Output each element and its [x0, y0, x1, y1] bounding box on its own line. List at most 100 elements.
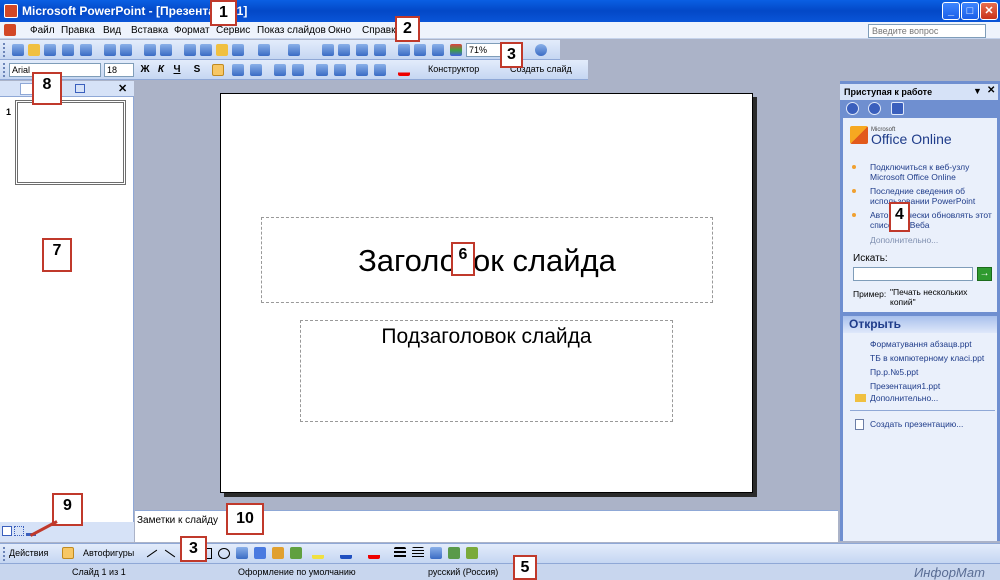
menu-slideshow[interactable]: Показ слайдов [257, 25, 326, 36]
save-icon[interactable] [44, 44, 56, 56]
design-button[interactable]: Конструктор [428, 64, 479, 74]
align-right-icon[interactable] [250, 64, 262, 76]
recent-file[interactable]: Презентация1.ppt [870, 381, 940, 391]
wordart-icon[interactable] [254, 547, 266, 559]
increase-indent-icon[interactable] [374, 64, 386, 76]
task-pane-dropdown-icon[interactable]: ▼ [973, 86, 982, 96]
menu-format[interactable]: Формат [174, 25, 210, 36]
task-pane-close-icon[interactable]: ✕ [987, 85, 995, 96]
font-size-select[interactable]: 18 [104, 63, 134, 77]
open-icon[interactable] [28, 44, 40, 56]
table-icon[interactable] [338, 44, 350, 56]
link-office-online[interactable]: Подключиться к веб-узлу Microsoft Office… [870, 162, 998, 182]
bullets-icon[interactable] [292, 64, 304, 76]
redo-icon[interactable] [288, 44, 300, 56]
back-icon[interactable] [846, 102, 859, 115]
fill-color-icon[interactable] [312, 547, 324, 559]
toolbar-grip[interactable] [3, 63, 6, 77]
home-icon[interactable] [891, 102, 904, 115]
minimize-button[interactable]: _ [942, 2, 960, 20]
recent-file[interactable]: Форматування абзацв.ppt [870, 339, 972, 349]
menu-tools[interactable]: Сервис [216, 25, 250, 36]
slide-subtitle-placeholder[interactable]: Подзаголовок слайда [300, 320, 673, 422]
zoom-select[interactable]: 71% [466, 43, 502, 57]
slide-sorter-icon[interactable] [14, 526, 24, 536]
link-more[interactable]: Дополнительно... [870, 235, 938, 245]
select-pointer-icon[interactable] [62, 547, 74, 559]
bold-button[interactable]: Ж [138, 63, 152, 77]
hyperlink-icon[interactable] [374, 44, 386, 56]
3d-style-icon[interactable] [466, 547, 478, 559]
undo-icon[interactable] [258, 44, 270, 56]
dash-style-icon[interactable] [412, 547, 424, 559]
slide-thumbnail[interactable] [15, 100, 126, 185]
cut-icon[interactable] [184, 44, 196, 56]
paste-icon[interactable] [216, 44, 228, 56]
document-icon[interactable] [4, 24, 16, 36]
research-icon[interactable] [160, 44, 172, 56]
align-center-icon[interactable] [232, 64, 244, 76]
help-icon[interactable] [535, 44, 547, 56]
oval-icon[interactable] [218, 548, 230, 559]
decrease-font-icon[interactable] [334, 64, 346, 76]
search-input[interactable] [853, 267, 973, 281]
line-color-icon[interactable] [340, 547, 352, 559]
arrow-style-icon[interactable] [430, 547, 442, 559]
menu-file[interactable]: Файл [30, 25, 55, 36]
copy-icon[interactable] [200, 44, 212, 56]
format-painter-icon[interactable] [232, 44, 244, 56]
create-presentation-link[interactable]: Создать презентацию... [870, 419, 963, 429]
line-style-icon[interactable] [394, 547, 406, 559]
toolbar-grip[interactable] [3, 547, 6, 561]
maximize-button[interactable]: □ [961, 2, 979, 20]
arrow-icon[interactable] [164, 549, 176, 558]
shadow-button[interactable]: S [190, 63, 204, 77]
grid-icon[interactable] [432, 44, 444, 56]
spelling-icon[interactable] [144, 44, 156, 56]
autoshapes-menu[interactable]: Автофигуры [83, 548, 134, 558]
italic-button[interactable]: К [154, 63, 168, 77]
recent-file[interactable]: Пр.р.№5.ppt [870, 367, 918, 377]
help-search-input[interactable]: Введите вопрос [868, 24, 986, 38]
underline-button[interactable]: Ч [170, 63, 184, 77]
menu-edit[interactable]: Правка [61, 25, 95, 36]
toolbar-grip[interactable] [3, 43, 6, 57]
go-arrow-icon[interactable]: → [977, 267, 992, 281]
diagram-icon[interactable] [272, 547, 284, 559]
color-grayscale-icon[interactable] [450, 44, 462, 56]
line-icon[interactable] [146, 549, 158, 558]
clipart-icon[interactable] [290, 547, 302, 559]
decrease-indent-icon[interactable] [356, 64, 368, 76]
forward-icon[interactable] [868, 102, 881, 115]
slide-title-placeholder[interactable]: Заголовок слайда [261, 217, 713, 303]
tables-borders-icon[interactable] [356, 44, 368, 56]
powerpoint-app-icon[interactable] [4, 4, 18, 18]
formatting-icon[interactable] [414, 44, 426, 56]
normal-view-icon[interactable] [2, 526, 12, 536]
font-color-icon[interactable] [368, 547, 380, 559]
increase-font-icon[interactable] [316, 64, 328, 76]
open-more-link[interactable]: Дополнительно... [870, 393, 938, 403]
align-left-icon[interactable] [212, 64, 224, 76]
print-preview-icon[interactable] [120, 44, 132, 56]
font-color-icon[interactable] [398, 64, 410, 76]
menu-window[interactable]: Окно [328, 25, 351, 36]
textbox-icon[interactable] [236, 547, 248, 559]
numbering-icon[interactable] [274, 64, 286, 76]
expand-icon[interactable] [398, 44, 410, 56]
actions-menu[interactable]: Действия [9, 548, 48, 558]
office-logo-icon [850, 126, 868, 144]
email-icon[interactable] [80, 44, 92, 56]
chart-icon[interactable] [322, 44, 334, 56]
new-icon[interactable] [12, 44, 24, 56]
status-bar: Слайд 1 из 1 Оформление по умолчанию рус… [0, 563, 1000, 580]
print-icon[interactable] [104, 44, 116, 56]
close-button[interactable]: ✕ [980, 2, 998, 20]
menu-insert[interactable]: Вставка [131, 25, 168, 36]
permission-icon[interactable] [62, 44, 74, 56]
tab-slides[interactable] [75, 84, 85, 93]
shadow-style-icon[interactable] [448, 547, 460, 559]
recent-file[interactable]: ТБ в компютерному класі.ppt [870, 353, 984, 363]
close-pane-icon[interactable]: ✕ [118, 82, 127, 95]
menu-view[interactable]: Вид [103, 25, 121, 36]
